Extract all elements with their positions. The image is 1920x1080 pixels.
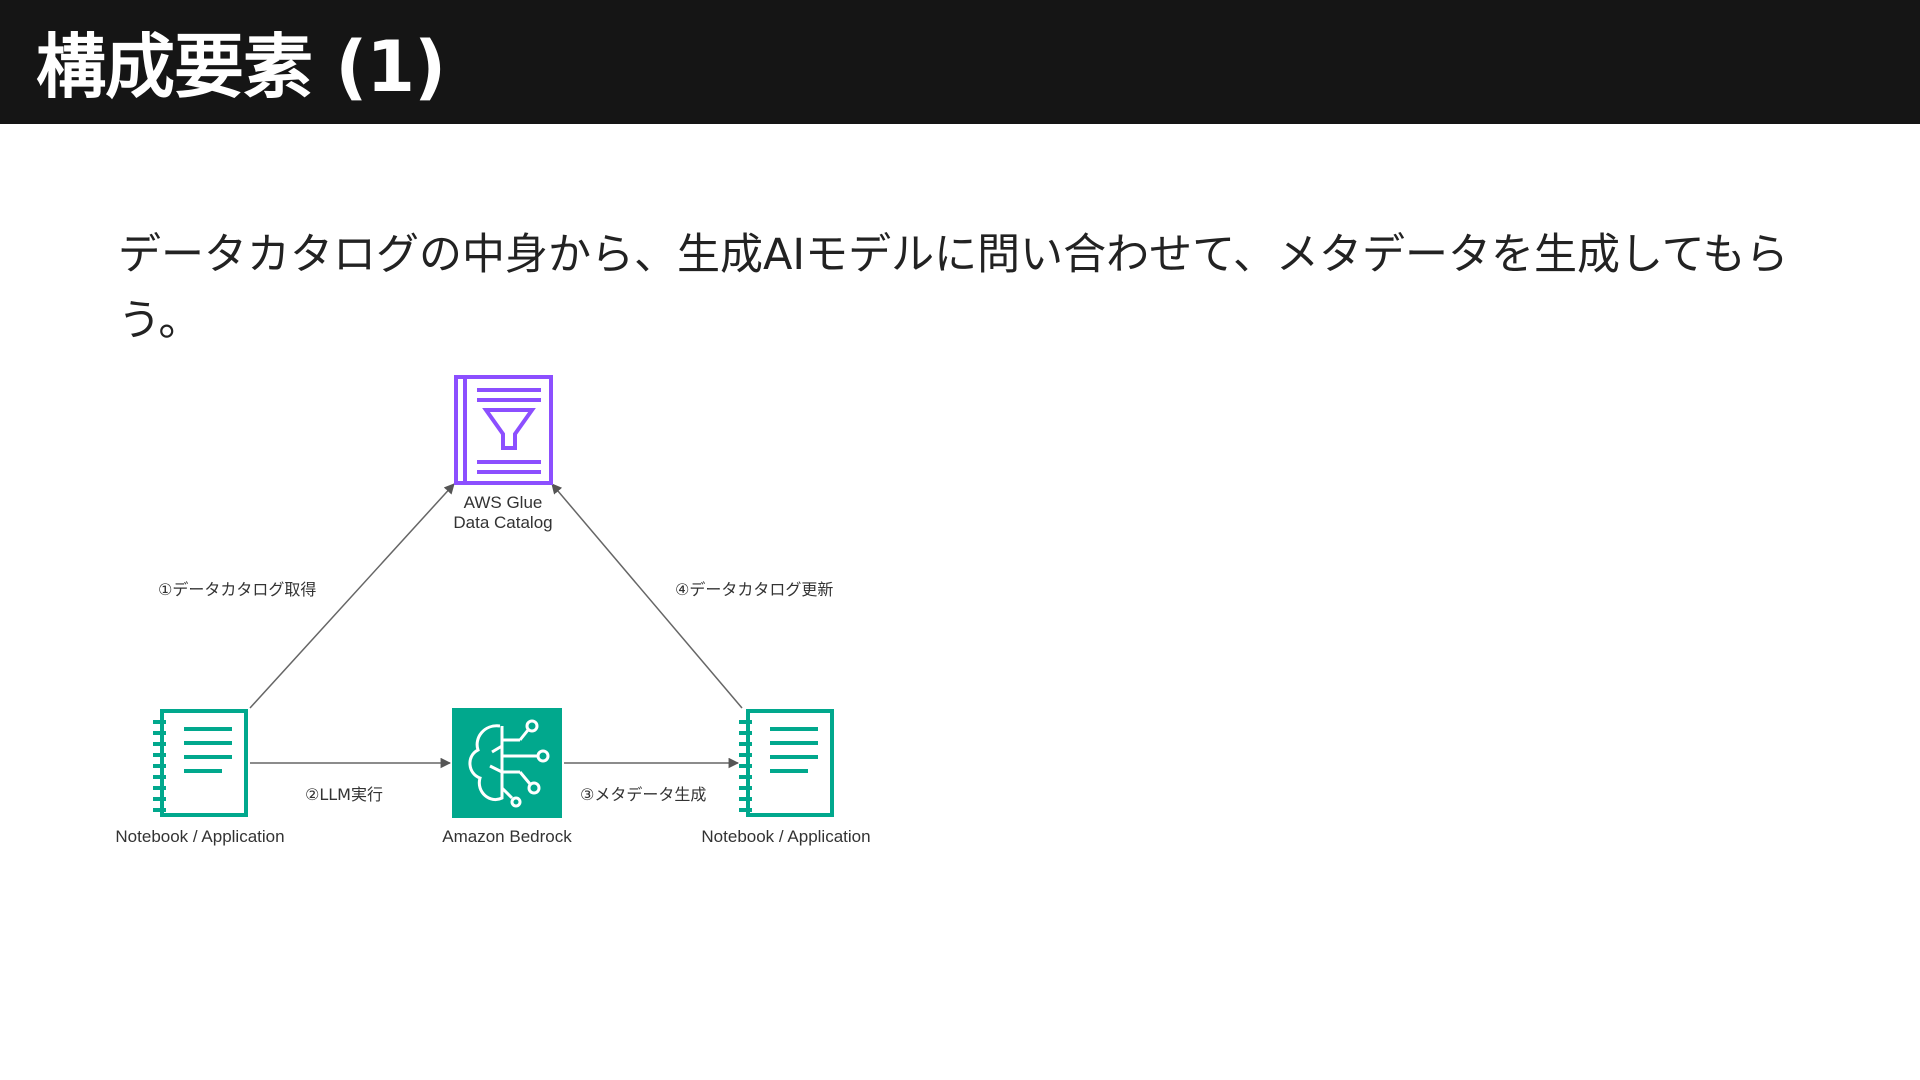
edge-step3-label: ③メタデータ生成 bbox=[580, 785, 706, 804]
notebook-right-icon bbox=[739, 709, 834, 817]
amazon-bedrock-icon bbox=[452, 708, 562, 818]
glue-label-line1: AWS Glue bbox=[464, 493, 543, 512]
notebook-left-label: Notebook / Application bbox=[115, 827, 284, 846]
edge-step4-label: ④データカタログ更新 bbox=[675, 580, 833, 599]
notebook-right-label: Notebook / Application bbox=[701, 827, 870, 846]
architecture-diagram: AWS Glue Data Catalog Notebook / Applica… bbox=[115, 375, 871, 846]
edge-step1-label: ①データカタログ取得 bbox=[158, 580, 316, 599]
glue-data-catalog-icon bbox=[454, 375, 553, 485]
edge-step2-label: ②LLM実行 bbox=[305, 785, 383, 804]
glue-label-line2: Data Catalog bbox=[453, 513, 552, 532]
bedrock-label: Amazon Bedrock bbox=[442, 827, 572, 846]
notebook-left-icon bbox=[153, 709, 248, 817]
